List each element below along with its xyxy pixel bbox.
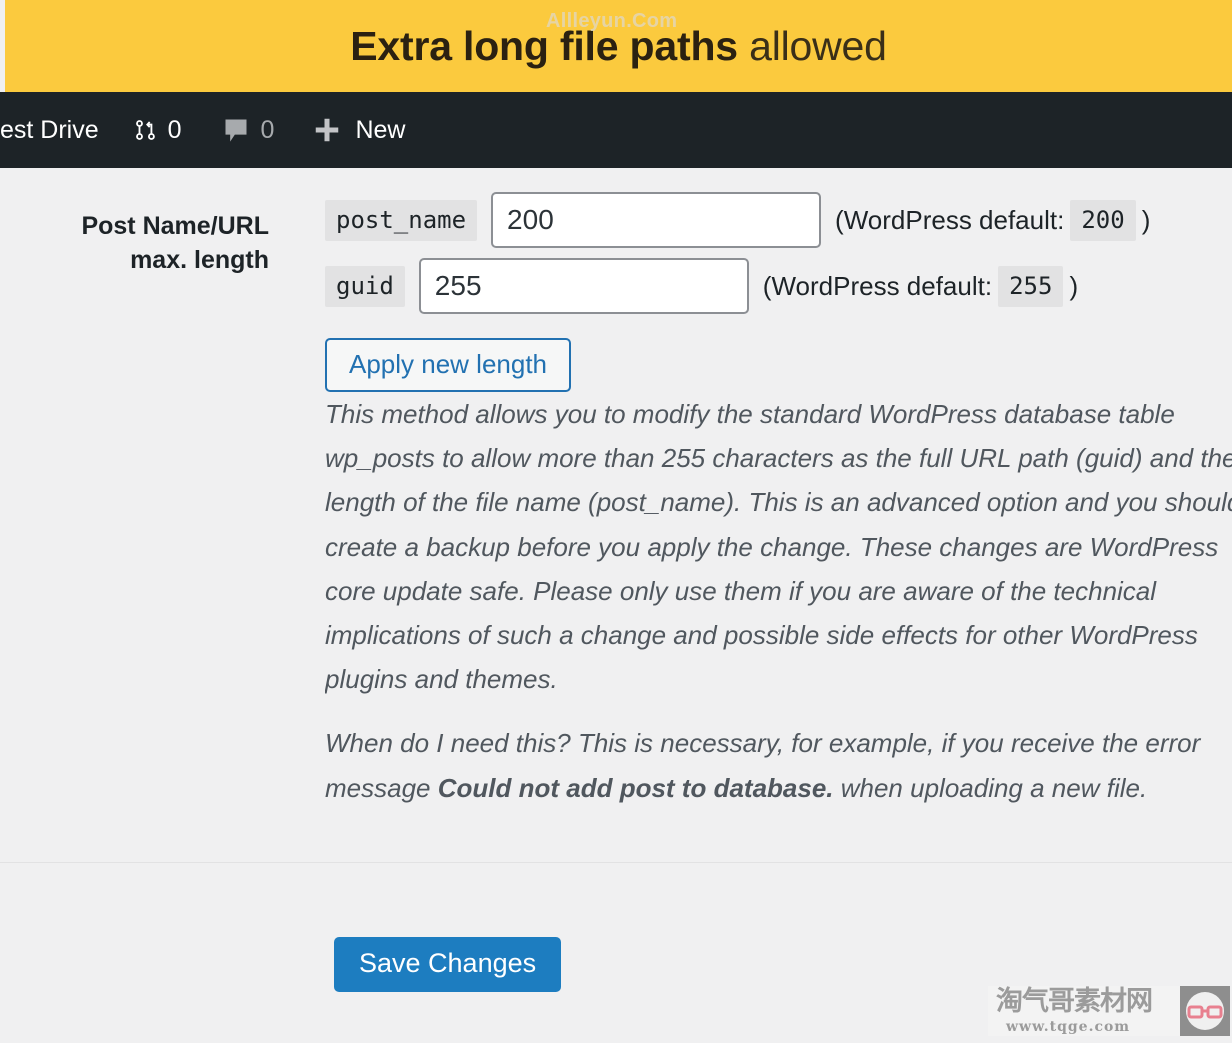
admin-bar-site-name[interactable]: est Drive [0, 92, 99, 168]
desc2-suffix: when uploading a new file. [833, 772, 1148, 803]
notice-title-light: allowed [737, 22, 887, 69]
new-label: New [355, 115, 406, 144]
comment-bubble-icon [222, 116, 250, 144]
guid-default-value: 255 [998, 265, 1064, 307]
admin-settings-page: Extra long file paths allowed Allleyun.C… [0, 0, 1232, 1043]
notice-title: Extra long file paths allowed [350, 22, 887, 69]
guid-default-note: (WordPress default: 255 ) [762, 265, 1079, 307]
desc2-prefix: message [325, 772, 438, 803]
settings-form-area: Post Name/URL max. length post_name (Wor… [0, 168, 1232, 862]
post-name-default-value: 200 [1070, 199, 1136, 241]
guid-input[interactable] [418, 258, 749, 314]
watermark-badge [1180, 986, 1230, 1036]
section-divider [0, 862, 1232, 863]
form-row-post-name-url-length: Post Name/URL max. length post_name (Wor… [0, 192, 1232, 810]
desc2-line-1: When do I need this? This is necessary, … [325, 728, 1201, 759]
field-guid: guid (WordPress default: 255 ) [325, 258, 1232, 314]
guid-default-prefix: (WordPress default: [762, 270, 993, 301]
row-label: Post Name/URL max. length [81, 212, 269, 274]
desc1-line-4: create a backup before you apply the cha… [325, 531, 1219, 562]
desc1-line-3: length of the file name (post_name). Thi… [325, 487, 1232, 518]
notice-title-strong: Extra long file paths [350, 22, 738, 69]
admin-bar-updates[interactable]: 0 [133, 92, 182, 168]
watermark-cn-text: 淘气哥素材网 [996, 986, 1153, 1017]
desc1-line-5: core update safe. Please only use them i… [325, 575, 1157, 606]
admin-bar-comments[interactable]: 0 [222, 92, 275, 168]
desc2-error-message: Could not add post to database. [437, 772, 834, 803]
apply-new-length-button[interactable]: Apply new length [325, 338, 572, 392]
field-description: This method allows you to modify the sta… [325, 392, 1232, 810]
guid-default-suffix: ) [1069, 270, 1079, 301]
desc1-line-2: wp_posts to allow more than 255 characte… [325, 443, 1232, 474]
post-name-default-note: (WordPress default: 200 ) [835, 199, 1151, 241]
admin-bar-new-button[interactable]: New [312, 92, 405, 168]
desc1-line-7: plugins and themes. [325, 664, 558, 695]
wp-admin-bar: est Drive 0 0 New [0, 92, 1232, 168]
post-name-default-prefix: (WordPress default: [835, 204, 1065, 235]
notice-banner: Extra long file paths allowed [5, 0, 1232, 92]
watermark-url-text: www.tqge.com [1006, 1019, 1131, 1035]
guid-code-label: guid [325, 265, 405, 307]
description-paragraph-1: This method allows you to modify the sta… [325, 392, 1232, 701]
field-post-name: post_name (WordPress default: 200 ) [325, 192, 1232, 248]
watermark-text-block: 淘气哥素材网 www.tqge.com [988, 986, 1153, 1035]
row-fields: post_name (WordPress default: 200 ) guid… [325, 192, 1232, 810]
post-name-code-label: post_name [325, 199, 478, 241]
save-changes-button[interactable]: Save Changes [334, 937, 562, 992]
glasses-icon [1186, 992, 1224, 1030]
plus-icon [312, 115, 342, 145]
desc1-line-6: implications of such a change and possib… [325, 619, 1198, 650]
post-name-input[interactable] [491, 192, 822, 248]
post-name-default-suffix: ) [1141, 204, 1151, 235]
comments-count: 0 [260, 115, 275, 144]
updates-icon [133, 117, 159, 143]
site-name-label: est Drive [0, 115, 99, 144]
updates-count: 0 [167, 115, 182, 144]
bottom-watermark: 淘气哥素材网 www.tqge.com [988, 986, 1230, 1036]
description-paragraph-2: When do I need this? This is necessary, … [325, 721, 1232, 809]
desc1-line-1: This method allows you to modify the sta… [325, 399, 1175, 429]
